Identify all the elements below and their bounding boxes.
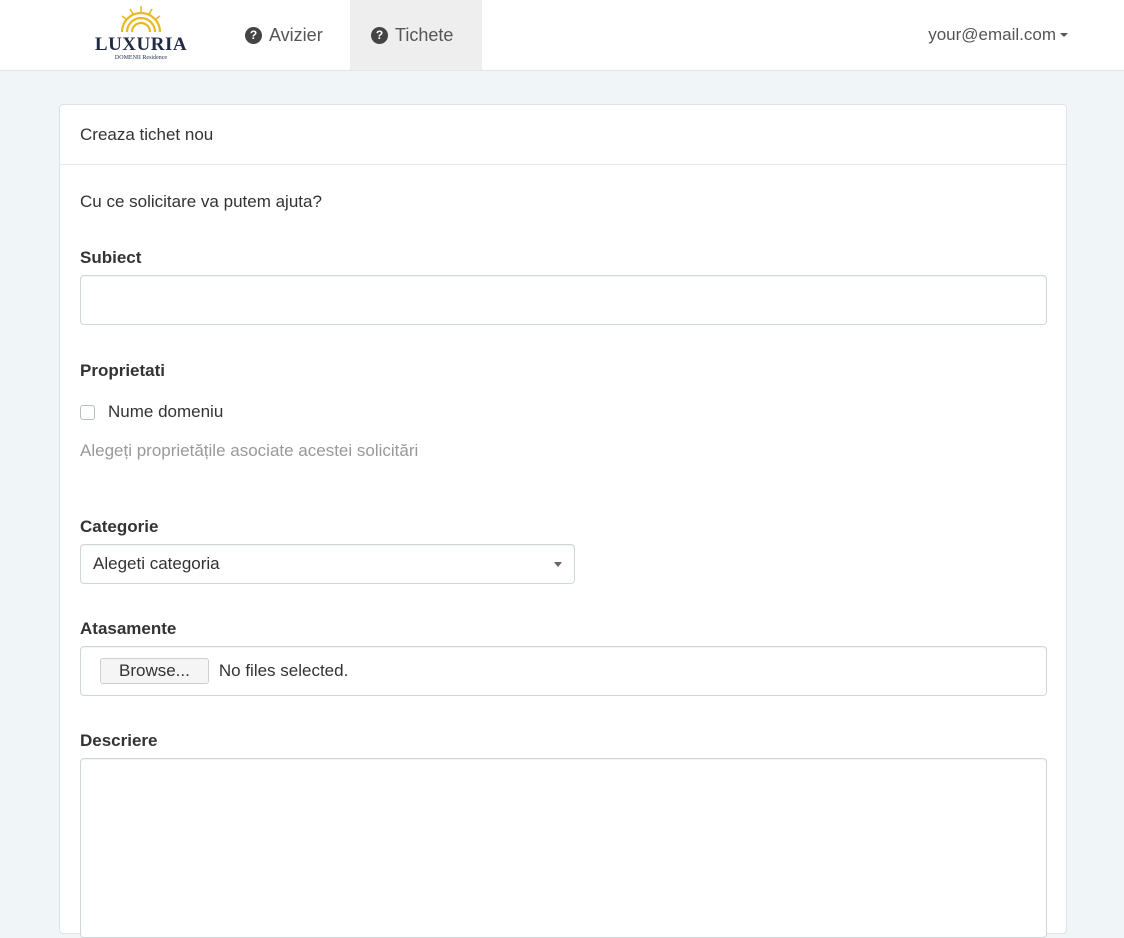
user-menu-dropdown[interactable]: your@email.com <box>928 0 1068 70</box>
browse-button[interactable]: Browse... <box>100 658 209 684</box>
user-email: your@email.com <box>928 25 1056 44</box>
description-label: Descriere <box>80 731 158 750</box>
nav-item-avizier[interactable]: ? Avizier <box>224 0 344 70</box>
nav-item-tichete[interactable]: ? Tichete <box>350 0 482 70</box>
property-checkbox-row[interactable]: Nume domeniu <box>80 402 223 422</box>
new-ticket-panel: Creaza tichet nou Cu ce solicitare va pu… <box>59 104 1067 938</box>
top-navbar: LUXURIA DOMENII Residence ? Avizier ? Ti… <box>0 0 1124 71</box>
property-option-label: Nume domeniu <box>108 402 224 421</box>
question-circle-icon: ? <box>245 26 262 44</box>
properties-label: Proprietati <box>80 361 166 380</box>
panel-heading: Creaza tichet nou <box>60 105 1066 165</box>
description-textarea[interactable] <box>80 758 1047 938</box>
attachments-file-input: Browse... No files selected. <box>80 646 1047 696</box>
brand-name: LUXURIA <box>94 34 188 55</box>
category-selected-value: Alegeti categoria <box>93 554 220 573</box>
sun-logo-icon <box>120 6 162 33</box>
property-checkbox[interactable] <box>80 404 95 420</box>
properties-help-text: Alegeți proprietățile asociate acestei s… <box>80 441 419 460</box>
dropdown-arrow-icon <box>554 561 562 567</box>
nav-item-label: Tichete <box>395 24 454 45</box>
attachments-label: Atasamente <box>80 619 177 638</box>
category-select[interactable]: Alegeti categoria <box>80 544 575 584</box>
file-status-text: No files selected. <box>218 661 349 680</box>
subject-input[interactable] <box>80 275 1047 325</box>
category-label: Categorie <box>80 517 159 536</box>
luxuria-logo[interactable]: LUXURIA DOMENII Residence <box>82 4 200 66</box>
question-circle-icon: ? <box>371 26 388 44</box>
form-intro-text: Cu ce solicitare va putem ajuta? <box>80 192 322 211</box>
subject-label: Subiect <box>80 248 142 267</box>
caret-down-icon <box>1060 33 1068 37</box>
nav-item-label: Avizier <box>269 24 323 45</box>
brand-subtitle: DOMENII Residence <box>114 55 168 61</box>
